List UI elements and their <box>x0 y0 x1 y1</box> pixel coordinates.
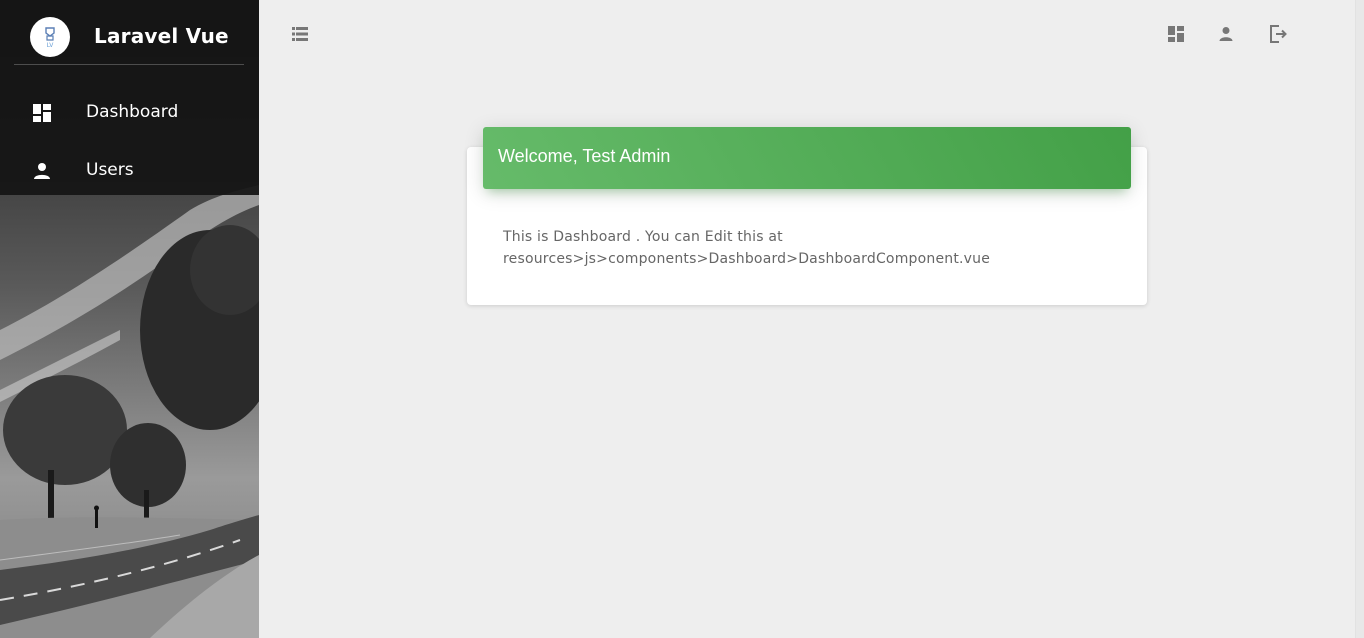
card-header: Welcome, Test Admin <box>483 127 1131 189</box>
sidebar-item-users[interactable]: Users <box>0 143 259 199</box>
svg-text:LV: LV <box>47 42 55 49</box>
dashboard-icon <box>32 103 52 123</box>
person-icon <box>1216 27 1236 48</box>
sidebar-item-dashboard[interactable]: Dashboard <box>0 85 259 141</box>
laravel-vue-logo-icon[interactable]: LV <box>30 17 70 57</box>
top-dashboard-button[interactable] <box>1166 24 1186 44</box>
sidebar-item-label: Dashboard <box>86 102 179 122</box>
sidebar: LV Laravel Vue Dashboard Users <box>0 0 259 638</box>
sidebar-item-label: Users <box>86 160 134 180</box>
view-list-icon <box>290 27 310 48</box>
person-icon <box>32 161 52 181</box>
logout-icon <box>1268 25 1288 48</box>
sidebar-brand[interactable]: LV Laravel Vue <box>14 0 244 65</box>
card-body-path: resources>js>components>Dashboard>Dashbo… <box>503 251 991 267</box>
brand-name[interactable]: Laravel Vue <box>94 24 229 48</box>
card-body-text: This is Dashboard . You can Edit this at <box>503 229 783 245</box>
dashboard-icon <box>1166 26 1186 48</box>
top-profile-button[interactable] <box>1216 24 1236 44</box>
sidebar-toggle-button[interactable] <box>290 24 310 44</box>
logout-button[interactable] <box>1268 24 1288 44</box>
page-scrollbar[interactable] <box>1355 0 1364 638</box>
card-body: This is Dashboard . You can Edit this at… <box>503 226 1123 270</box>
card-title: Welcome, Test Admin <box>498 146 671 166</box>
